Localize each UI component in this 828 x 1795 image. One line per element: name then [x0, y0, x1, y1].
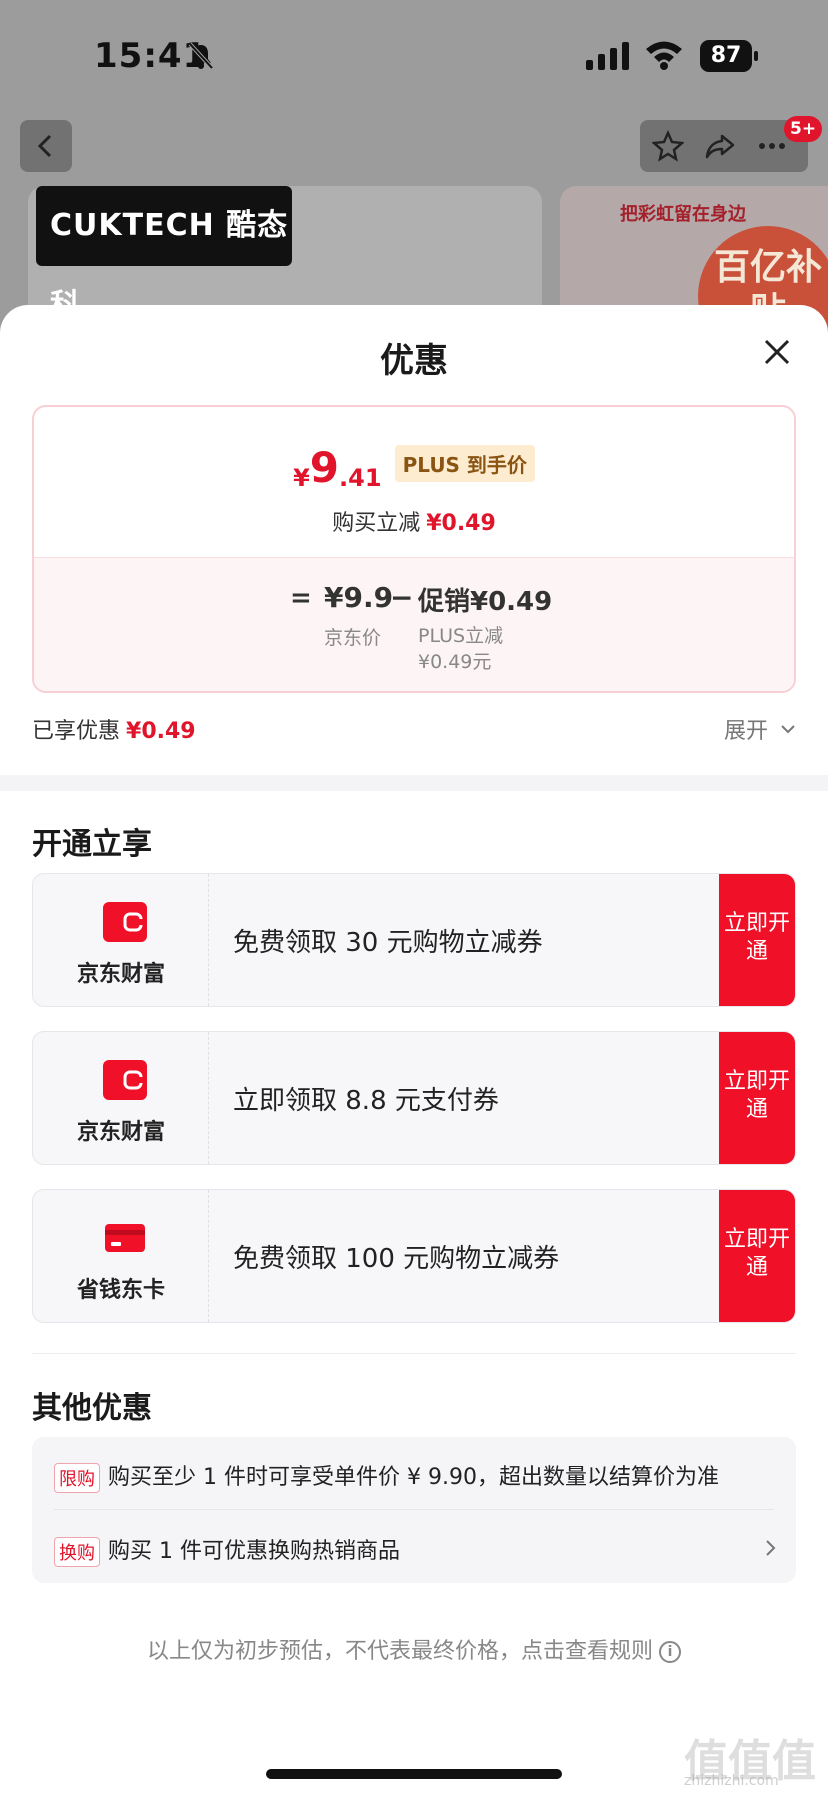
enjoyed-discount: 已享优惠 ¥0.49: [32, 713, 196, 745]
offer-name: 省钱东卡: [76, 1278, 165, 1303]
other-section-title: 其他优惠: [32, 1391, 152, 1426]
promo-label-line2: ¥0.49元: [418, 651, 492, 673]
jd-price: ¥9.9: [324, 581, 394, 614]
brand-logo: CUKTECH 酷态科: [36, 186, 292, 323]
plus-price-tag: PLUS 到手价: [394, 445, 535, 482]
instant-reduce-row: 购买立减 ¥0.49: [34, 505, 794, 537]
disclaimer[interactable]: 以上仅为初步预估，不代表最终价格，点击查看规则 i: [0, 1633, 828, 1665]
chevron-down-icon[interactable]: [780, 723, 796, 735]
wallet-icon: [103, 1060, 147, 1100]
limit-tag: 限购: [54, 1463, 100, 1493]
other-discounts: 限购 购买至少 1 件时可享受单件价 ¥ 9.90，超出数量以结算价为准 换购 购买…: [32, 1437, 796, 1583]
signal-icon: [586, 42, 629, 70]
price-currency: ¥: [293, 464, 310, 492]
battery-cap: [754, 51, 758, 61]
star-icon[interactable]: [652, 130, 684, 162]
activate-button[interactable]: 立即开通: [719, 1190, 795, 1322]
watermark-url: zhizhizhi.com: [684, 1773, 779, 1789]
limit-purchase-row: 限购 购买至少 1 件时可享受单件价 ¥ 9.90，超出数量以结算价为准: [54, 1459, 719, 1493]
enjoyed-label: 已享优惠: [32, 719, 121, 744]
minus-sign: −: [390, 581, 414, 614]
activate-button[interactable]: 立即开通: [719, 1032, 795, 1164]
disclaimer-text: 以上仅为初步预估，不代表最终价格，点击查看规则: [146, 1639, 653, 1664]
back-button[interactable]: [20, 120, 72, 172]
promo-banner-text: 把彩虹留在身边: [620, 204, 746, 225]
more-icon[interactable]: [756, 130, 788, 162]
offer-card: 京东财富 免费领取 30 元购物立减券 立即开通: [32, 873, 796, 1007]
equals-sign: =: [290, 583, 312, 613]
discount-sheet: 优惠 ¥9.41 PLUS 到手价 购买立减 ¥0.49 = ¥9.9 − 促销¥…: [0, 305, 828, 1795]
divider: [54, 1509, 774, 1510]
divider: [32, 1353, 796, 1354]
exchange-tag: 换购: [54, 1537, 100, 1567]
limit-text: 购买至少 1 件时可享受单件价 ¥ 9.90，超出数量以结算价为准: [108, 1465, 719, 1490]
price-decimal: .41: [339, 464, 382, 492]
close-icon[interactable]: [762, 337, 792, 367]
notification-badge: 5+: [784, 116, 823, 142]
final-price-row: ¥9.41 PLUS 到手价: [34, 443, 794, 492]
exchange-purchase-row[interactable]: 换购 购买 1 件可优惠换购热销商品: [54, 1533, 400, 1567]
promo-value: 促销¥0.49: [418, 587, 553, 617]
offer-description: 免费领取 100 元购物立减券: [233, 1244, 560, 1274]
nav-actions: [640, 120, 808, 172]
battery-level: 87: [700, 40, 752, 72]
expand-button[interactable]: 展开: [724, 713, 768, 745]
enjoyed-value: ¥0.49: [126, 719, 196, 744]
offer-description: 立即领取 8.8 元支付券: [233, 1086, 499, 1116]
offer-brand: 京东财富: [33, 1032, 209, 1164]
offer-card: 省钱东卡 免费领取 100 元购物立减券 立即开通: [32, 1189, 796, 1323]
chevron-left-icon: [37, 134, 52, 158]
promo-label-line1: PLUS立减: [418, 625, 504, 647]
bell-muted-icon: [188, 42, 214, 70]
wifi-icon: [646, 41, 682, 70]
sheet-title: 优惠: [380, 341, 448, 381]
offer-brand: 省钱东卡: [33, 1190, 209, 1322]
exchange-text: 购买 1 件可优惠换购热销商品: [108, 1539, 400, 1564]
price-breakdown: [34, 557, 794, 691]
share-icon[interactable]: [704, 130, 736, 162]
chevron-right-icon[interactable]: [764, 1539, 776, 1557]
price-card: ¥9.41 PLUS 到手价 购买立减 ¥0.49 = ¥9.9 − 促销¥0.4…: [32, 405, 796, 693]
activate-button[interactable]: 立即开通: [719, 874, 795, 1006]
offer-brand: 京东财富: [33, 874, 209, 1006]
jd-price-label: 京东价: [324, 627, 382, 649]
promo-label: PLUS立减 ¥0.49元: [418, 623, 503, 675]
section-divider: [0, 775, 828, 791]
offer-card: 京东财富 立即领取 8.8 元支付券 立即开通: [32, 1031, 796, 1165]
offer-description: 免费领取 30 元购物立减券: [233, 928, 543, 958]
battery-icon: 87: [700, 40, 758, 72]
reduce-value: ¥0.49: [426, 511, 496, 536]
price-integer: 9: [309, 443, 340, 492]
home-indicator: [266, 1769, 562, 1779]
open-section-title: 开通立享: [32, 827, 152, 862]
offer-name: 京东财富: [76, 1120, 165, 1145]
status-bar: 15:41 87: [0, 0, 828, 110]
card-icon: [105, 1224, 145, 1252]
offer-name: 京东财富: [76, 962, 165, 987]
reduce-label: 购买立减: [332, 511, 421, 536]
info-icon[interactable]: i: [659, 1641, 681, 1663]
wallet-icon: [103, 902, 147, 942]
